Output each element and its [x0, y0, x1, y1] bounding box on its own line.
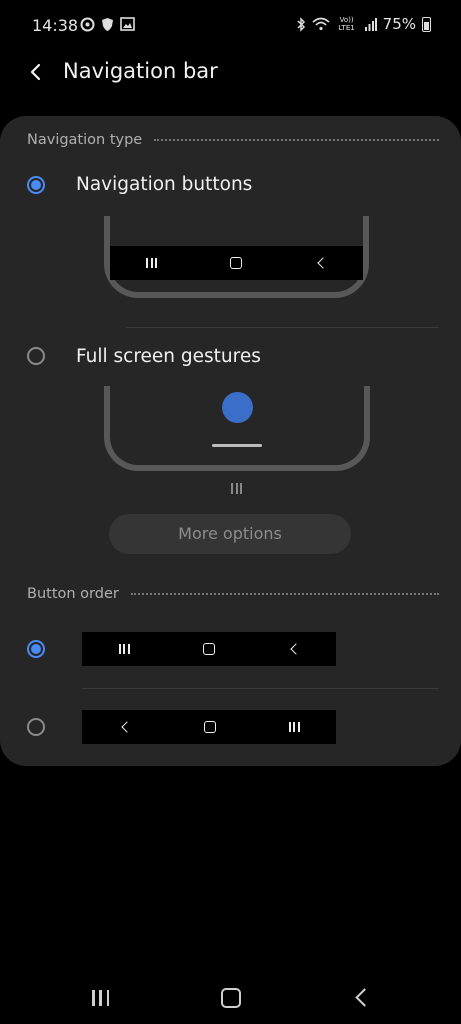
gesture-handle-bar: [212, 444, 262, 447]
battery-icon: [422, 16, 431, 32]
divider: [126, 327, 439, 328]
radio-full-screen-gestures[interactable]: [27, 347, 45, 365]
recent-apps-icon: [288, 722, 300, 732]
section-header-navigation-type: Navigation type: [27, 132, 439, 148]
section-divider: [154, 139, 439, 141]
page-title: Navigation bar: [63, 59, 218, 83]
signal-icon: [364, 17, 377, 31]
gesture-indicator-dot: [222, 392, 253, 423]
radio-button-order-2[interactable]: [27, 718, 45, 736]
button-order-preview-2[interactable]: [82, 710, 336, 744]
option-label: Navigation buttons: [76, 174, 253, 195]
home-icon: [203, 721, 216, 733]
status-icons-right: Vo)) LTE1 75%: [296, 15, 431, 33]
section-divider: [130, 593, 439, 595]
status-icons-left: [80, 17, 135, 32]
radio-navigation-buttons[interactable]: [27, 176, 45, 194]
image-icon: [120, 17, 135, 31]
wifi-icon: [312, 17, 330, 31]
preview-navigation-buttons[interactable]: [104, 216, 369, 298]
shield-icon: [102, 18, 113, 31]
home-icon[interactable]: [221, 988, 241, 1008]
back-button[interactable]: [22, 58, 50, 86]
back-icon: [120, 721, 133, 733]
bluetooth-icon: [297, 16, 305, 32]
button-order-preview-1[interactable]: [82, 632, 336, 666]
recent-apps-icon: [231, 483, 242, 494]
section-header-button-order: Button order: [27, 586, 439, 602]
settings-card: Navigation type Navigation buttons Full …: [0, 116, 461, 766]
system-navigation-bar: [0, 970, 461, 1024]
home-icon: [229, 257, 242, 269]
back-icon[interactable]: [355, 988, 374, 1007]
header: Navigation bar: [0, 54, 461, 110]
status-time: 14:38: [32, 16, 79, 35]
status-bar: 14:38 Vo)) LTE1 75%: [0, 0, 461, 54]
sync-icon: [80, 17, 95, 32]
preview-nav-strip: [110, 246, 363, 280]
back-icon: [289, 643, 302, 655]
recent-apps-icon: [146, 258, 158, 268]
back-icon: [316, 257, 329, 269]
chevron-left-icon: [30, 63, 41, 81]
recent-apps-icon: [118, 644, 130, 654]
option-label: Full screen gestures: [76, 346, 261, 367]
network-type-label: Vo)) LTE1: [338, 16, 355, 32]
battery-percent: 75%: [382, 15, 416, 33]
home-icon: [202, 643, 215, 655]
more-options-button[interactable]: More options: [109, 514, 351, 554]
divider: [82, 688, 439, 689]
recent-apps-icon[interactable]: [92, 990, 109, 1006]
section-title: Navigation type: [27, 132, 143, 148]
section-title: Button order: [27, 586, 119, 602]
radio-button-order-1[interactable]: [27, 640, 45, 658]
preview-full-screen-gestures[interactable]: [104, 386, 370, 471]
